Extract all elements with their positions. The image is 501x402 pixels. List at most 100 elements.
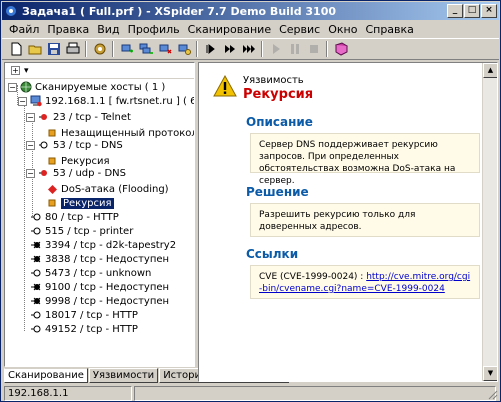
title-bar[interactable]: Задача1 ( Full.prf ) - XSpider 7.7 Demo … [2, 2, 499, 20]
play-icon[interactable] [266, 40, 285, 58]
port-open-icon [30, 267, 42, 279]
port-open-icon [30, 323, 42, 335]
menu-edit[interactable]: Правка [43, 23, 93, 36]
collapse-toggle[interactable]: − [8, 82, 17, 92]
menu-service[interactable]: Сервис [275, 23, 324, 36]
quick-scan-icon[interactable] [220, 40, 239, 58]
tab-vulnerabilities[interactable]: Уязвимости [88, 368, 159, 383]
warning-triangle-icon [213, 74, 237, 102]
tree-port-label: 49152 / tcp - HTTP [45, 323, 138, 335]
port-open-red-icon [38, 111, 50, 123]
tree-port-label: 53 / tcp - DNS [53, 139, 123, 151]
host-computer-icon [30, 95, 42, 107]
tree-port-item[interactable]: − 53 / tcp - DNS [26, 138, 123, 152]
port-open-red-icon [38, 167, 50, 179]
scroll-down-arrow[interactable]: ▼ [483, 366, 497, 381]
links-heading: Ссылки [246, 247, 299, 261]
vulnerability-orange-icon [46, 197, 58, 209]
menu-scan[interactable]: Сканирование [184, 23, 275, 36]
tree-host[interactable]: − 192.168.1.1 [ fw.rtsnet.ru ] ( 64 ) [18, 94, 194, 108]
port-open-icon [30, 225, 42, 237]
stop-icon[interactable] [304, 40, 323, 58]
add-range-icon[interactable] [136, 40, 155, 58]
tree-port-item[interactable]: − 53 / udp - DNS [26, 166, 126, 180]
tree-port-label: 53 / udp - DNS [53, 167, 126, 179]
full-scan-icon[interactable] [239, 40, 258, 58]
tab-scanning[interactable]: Сканирование [4, 368, 88, 383]
port-open-icon [30, 309, 42, 321]
port-filtered-icon [30, 295, 42, 307]
tree-root-label: Сканируемые хосты ( 1 ) [35, 81, 166, 93]
menu-help[interactable]: Справка [361, 23, 417, 36]
minimize-button[interactable]: _ [447, 4, 463, 18]
menu-window[interactable]: Окно [324, 23, 361, 36]
window-title: Задача1 ( Full.prf ) - XSpider 7.7 Demo … [22, 4, 337, 18]
vulnerability-kind: Уязвимость [243, 75, 304, 86]
network-globe-icon [20, 81, 32, 93]
tree-vuln-item[interactable]: DoS-атака (Flooding) [46, 182, 169, 196]
step-scan-icon[interactable] [201, 40, 220, 58]
tree-root[interactable]: − Сканируемые хосты ( 1 ) [8, 80, 165, 94]
add-host-icon[interactable] [117, 40, 136, 58]
status-bar: 192.168.1.1 [2, 385, 499, 401]
port-open-icon [38, 139, 50, 151]
tree-port-item[interactable]: 3838 / tcp - Недоступен [30, 252, 169, 266]
tree-port-item[interactable]: 515 / tcp - printer [30, 224, 133, 238]
menu-bar: Файл Правка Вид Профиль Сканирование Сер… [2, 20, 499, 38]
report-book-icon[interactable] [331, 40, 350, 58]
collapse-toggle[interactable]: − [26, 168, 35, 178]
close-button[interactable]: × [481, 4, 497, 18]
tree-port-item[interactable]: 9998 / tcp - Недоступен [30, 294, 169, 308]
menu-file[interactable]: Файл [5, 23, 43, 36]
detail-scrollbar[interactable]: ▲ ▼ [482, 63, 497, 381]
main-toolbar [2, 38, 499, 60]
collapse-toggle[interactable]: − [18, 96, 27, 106]
toolbar-separator [261, 41, 263, 57]
menu-profile[interactable]: Профиль [124, 23, 184, 36]
tree-host-label: 192.168.1.1 [ fw.rtsnet.ru ] ( 64 ) [45, 95, 194, 107]
tree-port-label: 18017 / tcp - HTTP [45, 309, 138, 321]
tree-port-item[interactable]: 3394 / tcp - d2k-tapestry2 [30, 238, 176, 252]
vulnerability-name: Рекурсия [243, 87, 314, 102]
print-icon[interactable] [63, 40, 82, 58]
tree-port-label: 9998 / tcp - Недоступен [45, 295, 170, 307]
host-tree[interactable]: − Сканируемые хосты ( 1 ) − 192.168.1.1 … [5, 79, 194, 366]
port-filtered-icon [30, 239, 42, 251]
port-open-icon [30, 211, 42, 223]
collapse-toggle[interactable]: − [26, 112, 35, 122]
tree-vuln-label: Незащищенный протокол [61, 127, 194, 139]
expand-all-icon[interactable]: + [11, 66, 20, 75]
toolbar-separator [112, 41, 114, 57]
status-address: 192.168.1.1 [4, 385, 132, 401]
description-box: Сервер DNS поддерживает рекурсию запросо… [250, 133, 480, 186]
tree-port-label: 23 / tcp - Telnet [53, 111, 131, 123]
pause-icon[interactable] [285, 40, 304, 58]
vulnerability-red-diamond-icon [46, 183, 58, 195]
tree-port-label: 80 / tcp - HTTP [45, 211, 119, 223]
vulnerability-header: Уязвимость Рекурсия [213, 74, 314, 102]
resize-grip-icon[interactable] [486, 388, 498, 400]
tree-vuln-item-selected[interactable]: Рекурсия [46, 196, 114, 210]
tree-port-item[interactable]: 80 / tcp - HTTP [30, 210, 119, 224]
remove-host-icon[interactable] [155, 40, 174, 58]
host-properties-icon[interactable] [174, 40, 193, 58]
tree-port-item[interactable]: 49152 / tcp - HTTP [30, 322, 138, 336]
maximize-button[interactable]: □ [464, 4, 480, 18]
toolbar-separator [85, 41, 87, 57]
xspider-app-icon[interactable] [4, 4, 18, 18]
chevron-down-icon[interactable]: ▾ [24, 66, 29, 76]
collapse-toggle[interactable]: − [26, 140, 35, 150]
tree-port-item[interactable]: 5473 / tcp - unknown [30, 266, 151, 280]
tree-port-item[interactable]: 9100 / tcp - Недоступен [30, 280, 169, 294]
tree-port-label: 5473 / tcp - unknown [45, 267, 152, 279]
profile-settings-icon[interactable] [90, 40, 109, 58]
new-file-icon[interactable] [6, 40, 25, 58]
tree-port-item[interactable]: 18017 / tcp - HTTP [30, 308, 138, 322]
menu-view[interactable]: Вид [93, 23, 123, 36]
tree-port-label: 3838 / tcp - Недоступен [45, 253, 170, 265]
tree-vuln-label: Рекурсия [61, 197, 114, 209]
scroll-up-arrow[interactable]: ▲ [483, 63, 497, 78]
tree-port-item[interactable]: − 23 / tcp - Telnet [26, 110, 131, 124]
open-folder-icon[interactable] [25, 40, 44, 58]
save-icon[interactable] [44, 40, 63, 58]
